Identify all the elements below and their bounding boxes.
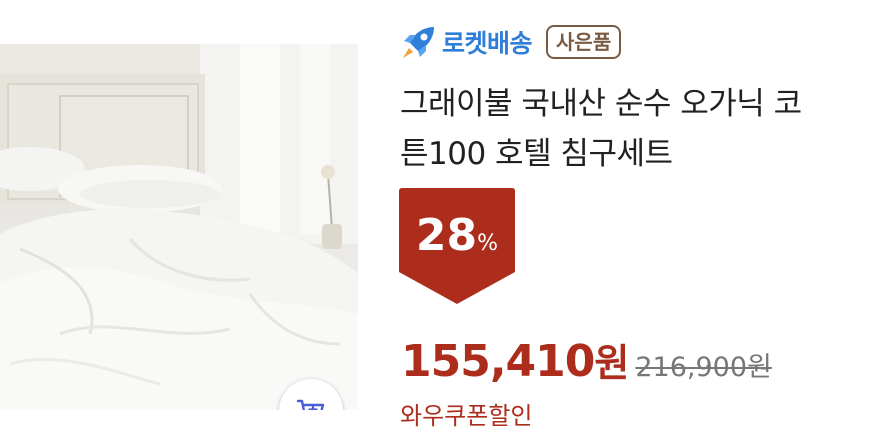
product-title-line: 그래이불 국내산 순수 오가닉 코	[400, 86, 802, 122]
discount-badge: 28%	[399, 188, 515, 304]
discount-unit: %	[477, 231, 499, 256]
rocket-delivery-label: 로켓배송	[442, 29, 533, 58]
product-title-line: 튼100 호텔 침구세트	[400, 136, 673, 172]
product-image[interactable]	[0, 44, 358, 410]
price-row: 155,410 원 216,900원	[401, 332, 772, 387]
badge-row: 로켓배송 사은품	[400, 20, 622, 64]
sale-price: 155,410	[401, 336, 595, 387]
bedding-photo	[0, 44, 358, 410]
sale-price-unit: 원	[594, 341, 630, 385]
discount-value: 28	[415, 210, 478, 261]
cart-plus-icon	[296, 399, 325, 410]
product-title[interactable]: 그래이불 국내산 순수 오가닉 코 튼100 호텔 침구세트	[400, 79, 880, 179]
gift-badge: 사은품	[546, 25, 622, 59]
coupon-label: 와우쿠폰할인	[400, 402, 533, 430]
rocket-icon	[403, 27, 434, 58]
original-price: 216,900원	[635, 352, 772, 383]
